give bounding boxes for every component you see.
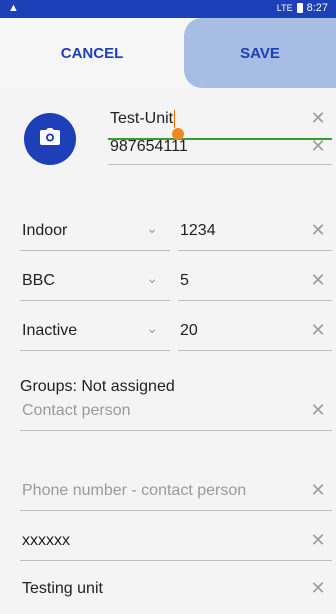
close-icon[interactable]: ✕ [308,480,328,500]
channel-select[interactable]: BBC ⌄ [20,262,170,301]
status-indicators: LTE 8:27 [277,2,328,14]
channel-select-value: BBC [22,272,55,289]
close-icon[interactable]: ✕ [308,136,328,156]
status-code-value: 20 [180,322,198,339]
unit-number-value: 987654111 [110,138,188,155]
close-icon[interactable]: ✕ [308,578,328,598]
camera-button[interactable] [24,113,76,165]
battery-icon [296,3,303,13]
contact-phone-placeholder: Phone number - contact person [22,482,247,499]
description-field[interactable]: Testing unit ✕ [20,576,332,614]
close-icon[interactable]: ✕ [308,220,328,240]
camera-icon [39,127,61,152]
action-bar: CANCEL SAVE [0,18,336,88]
contact-phone-field[interactable]: Phone number - contact person ✕ [20,472,332,511]
status-select-value: Inactive [22,322,78,339]
description-value: Testing unit [22,580,103,597]
extra-field[interactable]: xxxxxx ✕ [20,522,332,561]
unit-number-field[interactable]: 987654111 ✕ [108,126,332,165]
close-icon[interactable]: ✕ [308,270,328,290]
location-code-field[interactable]: 1234 ✕ [178,212,332,251]
warning-icon: ▲ [8,2,19,14]
chevron-down-icon: ⌄ [146,220,158,236]
status-time: 8:27 [306,2,328,14]
location-select[interactable]: Indoor ⌄ [20,212,170,251]
channel-code-value: 5 [180,272,189,289]
chevron-down-icon: ⌄ [146,320,158,336]
contact-person-placeholder: Contact person [22,402,131,419]
close-icon[interactable]: ✕ [308,530,328,550]
location-select-value: Indoor [22,222,68,239]
close-icon[interactable]: ✕ [308,108,328,128]
status-code-field[interactable]: 20 ✕ [178,312,332,351]
location-code-value: 1234 [180,222,216,239]
cancel-button[interactable]: CANCEL [0,18,184,88]
status-select[interactable]: Inactive ⌄ [20,312,170,351]
status-bar: ▲ LTE 8:27 [0,0,336,18]
save-button[interactable]: SAVE [184,18,336,88]
chevron-down-icon: ⌄ [146,270,158,286]
close-icon[interactable]: ✕ [308,320,328,340]
close-icon[interactable]: ✕ [308,400,328,420]
signal-icon: LTE [276,3,293,13]
contact-person-field[interactable]: Contact person ✕ [20,392,332,431]
channel-code-field[interactable]: 5 ✕ [178,262,332,301]
extra-value: xxxxxx [22,532,70,549]
